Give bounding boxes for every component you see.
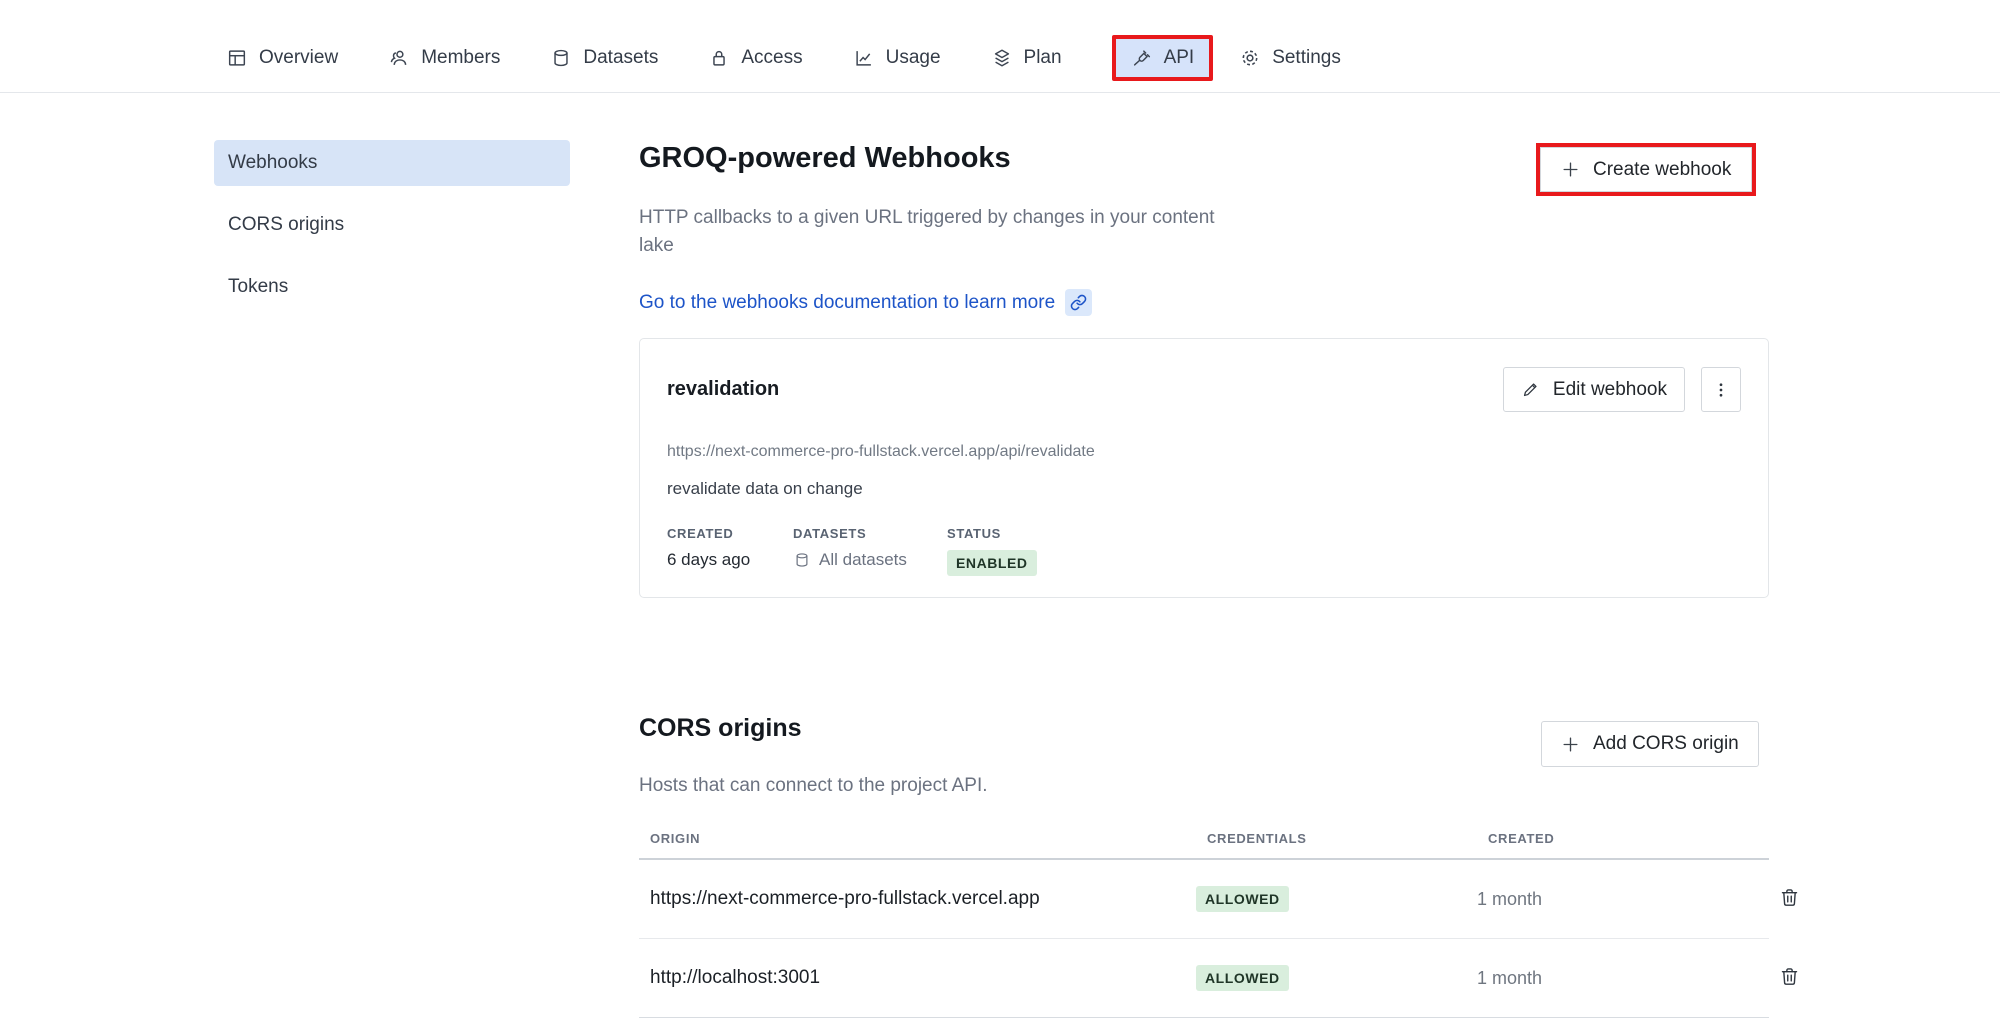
created-cell: 1 month <box>1477 889 1777 910</box>
sidebar-item-label: CORS origins <box>228 214 344 236</box>
cors-origins-table: ORIGIN CREDENTIALS CREATED https://next-… <box>639 831 1769 1018</box>
sidebar-item-cors-origins[interactable]: CORS origins <box>214 202 570 248</box>
meta-label-created: CREATED <box>667 526 793 541</box>
gear-icon <box>1239 47 1261 69</box>
edit-webhook-label: Edit webhook <box>1553 379 1667 401</box>
meta-label-status: STATUS <box>947 526 1037 541</box>
credentials-badge: ALLOWED <box>1196 886 1289 912</box>
sidebar-item-tokens[interactable]: Tokens <box>214 264 570 310</box>
tab-label: Members <box>421 47 500 69</box>
trash-icon <box>1779 887 1800 908</box>
plus-icon <box>1561 160 1580 179</box>
webhook-name: revalidation <box>667 378 779 401</box>
tab-plan[interactable]: Plan <box>991 47 1062 69</box>
create-webhook-annotation: Create webhook <box>1536 143 1756 196</box>
tab-label: API <box>1164 47 1195 69</box>
doc-link-text: Go to the webhooks documentation to lear… <box>639 292 1055 314</box>
tab-label: Settings <box>1272 47 1341 69</box>
add-cors-origin-label: Add CORS origin <box>1593 733 1739 755</box>
sidebar-item-webhooks[interactable]: Webhooks <box>214 140 570 186</box>
datasets-value-text: All datasets <box>819 550 907 570</box>
overview-icon <box>226 47 248 69</box>
webhook-description: revalidate data on change <box>667 479 1741 499</box>
meta-label-datasets: DATASETS <box>793 526 947 541</box>
tab-usage[interactable]: Usage <box>853 47 941 69</box>
webhook-menu-button[interactable] <box>1701 367 1741 412</box>
layers-icon <box>991 47 1013 69</box>
tab-label: Datasets <box>583 47 658 69</box>
tab-members[interactable]: Members <box>388 47 500 69</box>
trash-icon <box>1779 966 1800 987</box>
page-title: GROQ-powered Webhooks <box>639 142 1011 175</box>
pencil-icon <box>1521 380 1540 399</box>
origin-cell: https://next-commerce-pro-fullstack.verc… <box>639 888 1196 910</box>
column-header-origin: ORIGIN <box>639 831 1196 846</box>
datasets-icon <box>550 47 572 69</box>
credentials-badge: ALLOWED <box>1196 965 1289 991</box>
webhook-meta: CREATED 6 days ago DATASETS All datasets… <box>667 526 1741 576</box>
tab-label: Access <box>741 47 802 69</box>
delete-origin-button[interactable] <box>1777 885 1802 913</box>
edit-webhook-button[interactable]: Edit webhook <box>1503 367 1685 412</box>
table-row: https://next-commerce-pro-fullstack.verc… <box>639 860 1769 939</box>
plus-icon <box>1561 735 1580 754</box>
link-icon <box>1065 289 1092 316</box>
settings-sidebar: Webhooks CORS origins Tokens <box>214 140 570 326</box>
column-header-credentials: CREDENTIALS <box>1196 831 1477 846</box>
meta-value-created: 6 days ago <box>667 550 793 570</box>
create-webhook-label: Create webhook <box>1593 159 1731 181</box>
column-header-created: CREATED <box>1477 831 1777 846</box>
create-webhook-button[interactable]: Create webhook <box>1540 147 1752 192</box>
webhooks-description: HTTP callbacks to a given URL triggered … <box>639 204 1224 260</box>
tab-label: Overview <box>259 47 338 69</box>
cors-section-title: CORS origins <box>639 714 802 743</box>
lock-icon <box>708 47 730 69</box>
members-icon <box>388 47 410 69</box>
sidebar-item-label: Webhooks <box>228 152 317 174</box>
origin-cell: http://localhost:3001 <box>639 967 1196 989</box>
add-cors-origin-button[interactable]: Add CORS origin <box>1541 721 1759 767</box>
sidebar-item-label: Tokens <box>228 276 288 298</box>
tab-access[interactable]: Access <box>708 47 802 69</box>
webhooks-doc-link[interactable]: Go to the webhooks documentation to lear… <box>639 289 1092 316</box>
chart-icon <box>853 47 875 69</box>
plug-icon <box>1131 47 1153 69</box>
cors-description: Hosts that can connect to the project AP… <box>639 775 988 797</box>
delete-origin-button[interactable] <box>1777 964 1802 992</box>
tab-datasets[interactable]: Datasets <box>550 47 658 69</box>
created-cell: 1 month <box>1477 968 1777 989</box>
database-icon <box>793 551 811 569</box>
top-navigation: Overview Members Datasets Access Usage P… <box>0 0 2000 93</box>
tab-label: Usage <box>886 47 941 69</box>
tab-label: Plan <box>1024 47 1062 69</box>
status-badge: ENABLED <box>947 550 1037 576</box>
table-row: http://localhost:3001 ALLOWED 1 month <box>639 939 1769 1018</box>
webhook-card: revalidation Edit webhook https://next-c… <box>639 338 1769 598</box>
meta-value-datasets: All datasets <box>793 550 947 570</box>
tab-overview[interactable]: Overview <box>226 47 338 69</box>
kebab-menu-icon <box>1712 381 1730 399</box>
table-header-row: ORIGIN CREDENTIALS CREATED <box>639 831 1769 860</box>
tab-settings[interactable]: Settings <box>1239 47 1341 69</box>
tab-api[interactable]: API <box>1112 35 1214 81</box>
webhook-url: https://next-commerce-pro-fullstack.verc… <box>667 443 1741 461</box>
